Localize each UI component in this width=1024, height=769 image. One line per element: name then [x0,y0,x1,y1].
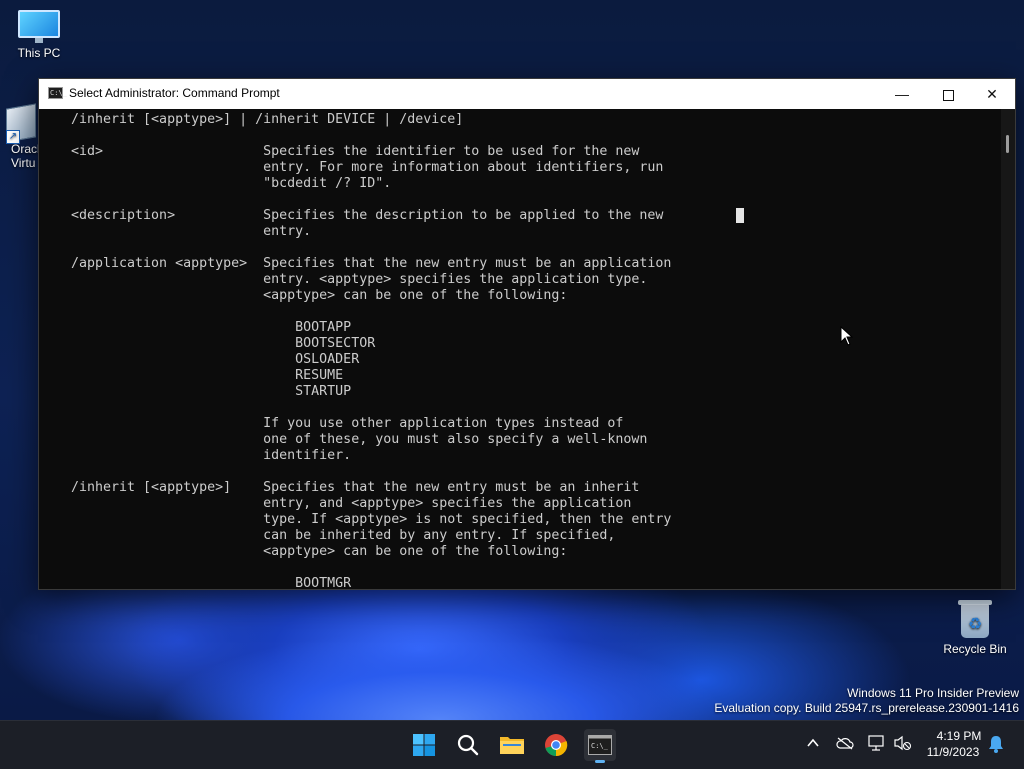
maximize-icon [942,89,954,101]
file-explorer-button[interactable] [496,729,528,761]
console-line: identifier. [71,448,352,463]
search-button[interactable] [452,729,484,761]
title-bar[interactable]: C:\_ Select Administrator: Command Promp… [39,79,1015,109]
taskbar: C:\_ 4:19 PM 11/9/2023 [0,720,1024,769]
console-line: RESUME [71,368,344,383]
build-watermark-line2: Evaluation copy. Build 25947.rs_prerelea… [714,701,1019,715]
start-button[interactable] [408,729,440,761]
maximize-button[interactable] [925,79,971,109]
console-line: BOOTSECTOR [71,336,376,351]
chrome-icon [545,734,568,757]
console-line: <description> Specifies the description … [71,208,664,223]
console-line: <apptype> can be one of the following: [71,288,568,303]
console-line: /inherit [<apptype>] | /inherit DEVICE |… [71,112,464,127]
console-line: "bcdedit /? ID". [71,176,392,191]
chrome-button[interactable] [540,729,572,761]
minimize-button[interactable]: — [879,79,925,109]
onedrive-icon[interactable] [836,736,854,753]
console-line: STARTUP [71,384,352,399]
close-button[interactable]: ✕ [969,79,1015,109]
build-watermark-line1: Windows 11 Pro Insider Preview [847,686,1019,700]
console-line: If you use other application types inste… [71,416,624,431]
cmd-app-icon: C:\_ [48,87,67,99]
virtualbox-icon: ↗ [6,103,36,144]
window-title: Select Administrator: Command Prompt [69,86,280,100]
console-line: BOOTAPP [71,320,352,335]
console-line: <id> Specifies the identifier to be used… [71,144,640,159]
scrollbar-thumb[interactable] [1006,135,1009,153]
recycle-bin-label: Recycle Bin [943,642,1007,656]
monitor-icon [18,10,60,43]
text-cursor [736,208,744,223]
command-prompt-taskbar-button[interactable]: C:\_ [584,729,616,763]
command-prompt-window[interactable]: C:\_ Select Administrator: Command Promp… [38,78,1016,590]
this-pc-shortcut[interactable]: This PC [4,10,74,60]
clock-time[interactable]: 4:19 PM [924,729,994,743]
clock-date[interactable]: 11/9/2023 [918,745,988,759]
this-pc-label: This PC [17,46,61,60]
svg-text:C:\_: C:\_ [591,742,609,750]
console-line: type. If <apptype> is not specified, the… [71,512,672,527]
mouse-pointer-icon [840,326,854,346]
recycle-bin-shortcut[interactable]: ♻ Recycle Bin [940,598,1010,656]
active-window-indicator [595,760,605,763]
network-icon[interactable] [868,735,886,754]
volume-muted-icon[interactable] [894,735,912,754]
console-line: entry. [71,224,312,239]
show-hidden-icons-chevron-icon[interactable] [806,736,820,753]
search-icon [457,734,479,756]
console-line: entry. For more information about identi… [71,160,664,175]
recycle-bin-icon: ♻ [958,598,992,638]
folder-icon [500,737,524,754]
windows-logo-icon [413,734,435,756]
console-line: /application <apptype> Specifies that th… [71,256,672,271]
console-line: <apptype> can be one of the following: [71,544,568,559]
console-line: OSLOADER [71,352,360,367]
command-prompt-icon: C:\_ [588,735,612,755]
console-line: entry, and <apptype> specifies the appli… [71,496,632,511]
console-line: /inherit [<apptype>] Specifies that the … [71,480,640,495]
console-output[interactable]: /inherit [<apptype>] | /inherit DEVICE |… [39,109,1001,589]
vertical-scrollbar[interactable] [1001,109,1015,589]
console-line: one of these, you must also specify a we… [71,432,648,447]
console-line: entry. <apptype> specifies the applicati… [71,272,648,287]
console-line: can be inherited by any entry. If specif… [71,528,616,543]
console-line: BOOTMGR [71,576,352,589]
notification-bell-icon[interactable] [988,735,1004,756]
